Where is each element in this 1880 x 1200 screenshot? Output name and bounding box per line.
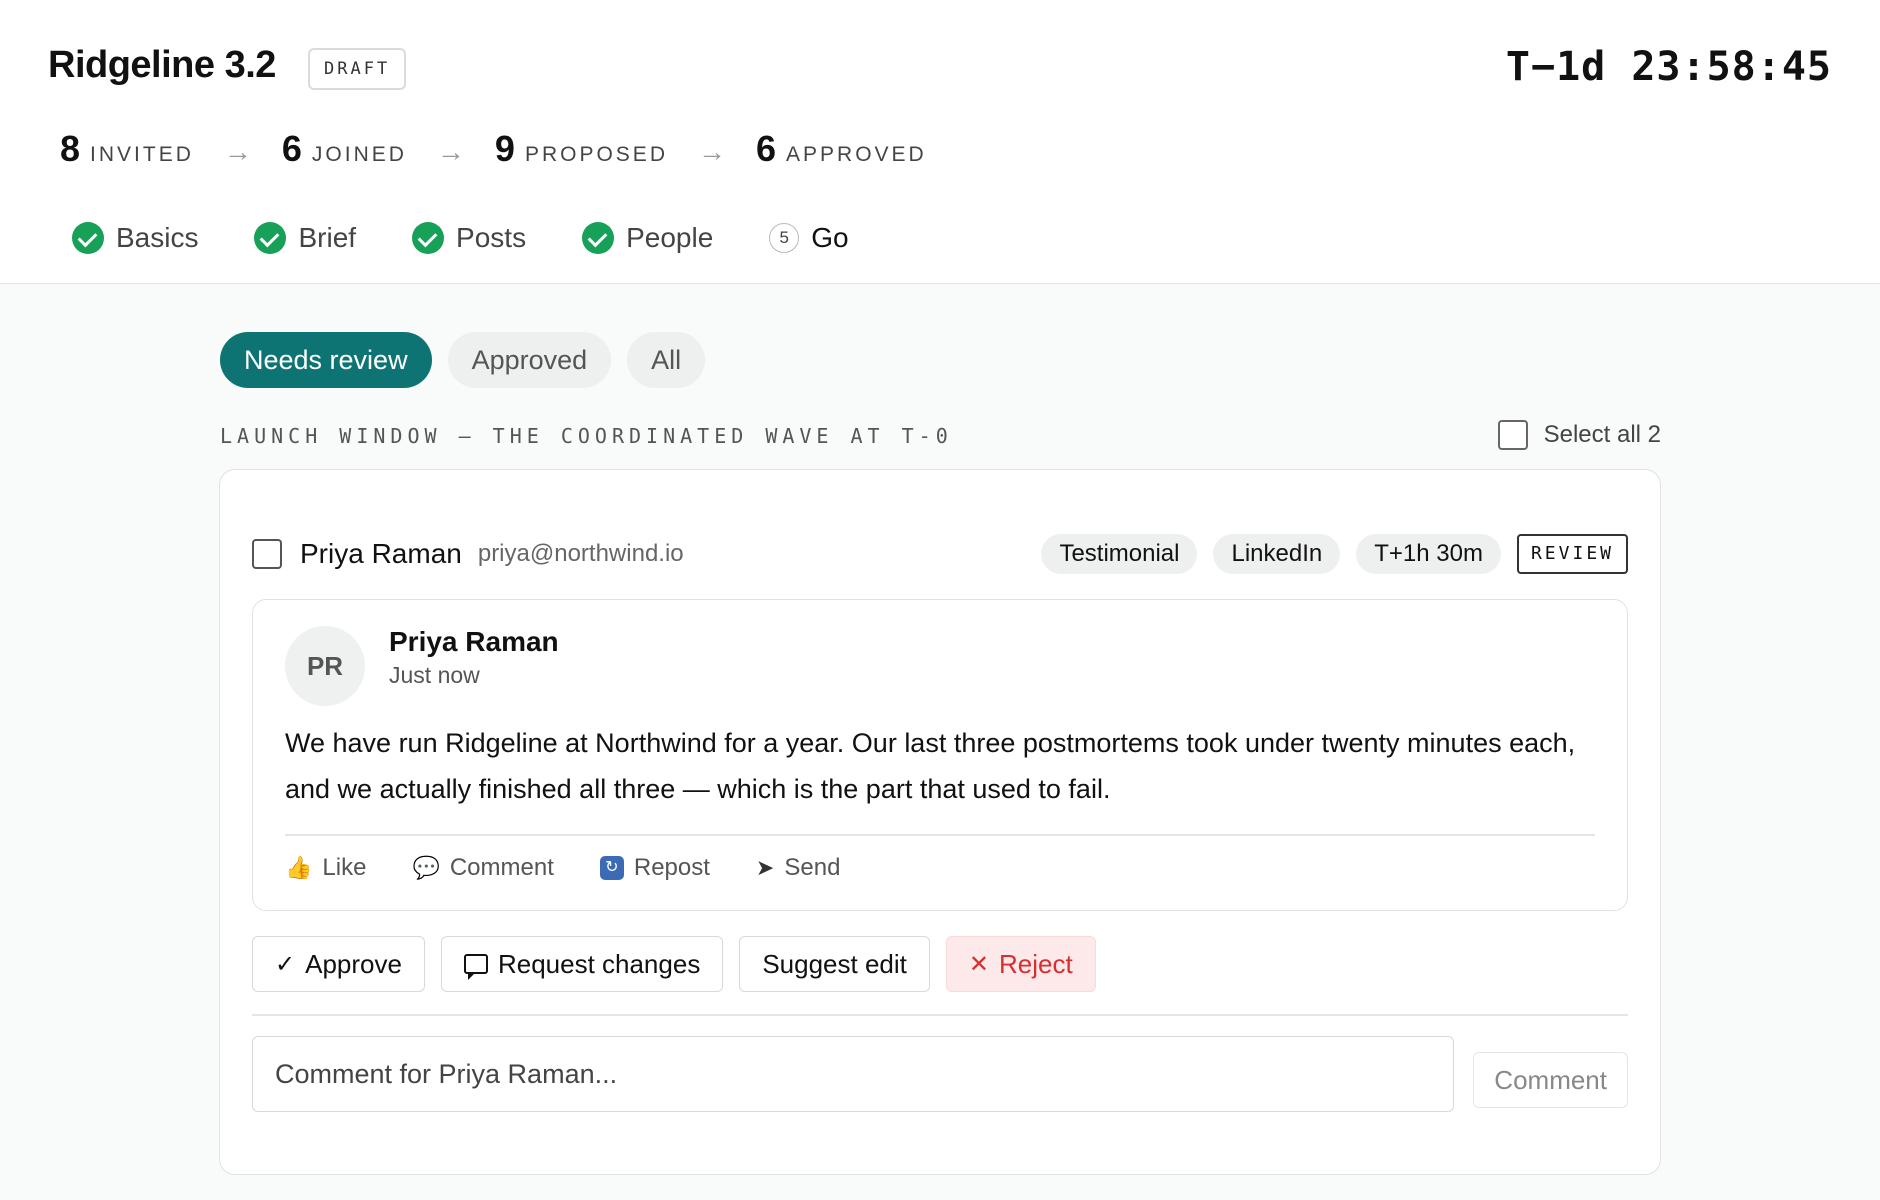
check-circle-icon — [412, 222, 445, 254]
post-review-card: Priya Raman priya@northwind.io Testimoni… — [219, 469, 1661, 1175]
comment-submit-button[interactable]: Comment — [1473, 1052, 1628, 1108]
request-changes-label: Request changes — [497, 948, 701, 979]
author-name: Priya Raman — [300, 538, 462, 569]
author-email: priya@northwind.io — [477, 540, 684, 567]
step-label: Brief — [298, 222, 357, 253]
checkmark-icon: ✓ — [275, 950, 296, 978]
review-area: Needs review Approved All LAUNCH WINDOW … — [0, 284, 1880, 1200]
funnel-approved-label: APPROVED — [786, 143, 927, 166]
chip-type: Testimonial — [1041, 534, 1198, 574]
avatar: PR — [285, 626, 365, 706]
suggest-edit-button[interactable]: Suggest edit — [739, 936, 930, 992]
wizard-steps: Basics Brief Posts People 5 Go — [72, 222, 905, 254]
speech-bubble-icon: 💬 — [412, 855, 440, 880]
step-people[interactable]: People — [582, 222, 713, 254]
send-label: Send — [784, 854, 841, 881]
step-label: Basics — [116, 222, 199, 253]
filter-approved[interactable]: Approved — [447, 332, 612, 388]
participant-funnel: 8 INVITED → 6 JOINED → 9 PROPOSED → 6 AP… — [60, 128, 927, 170]
send-action: ➤ Send — [756, 854, 841, 882]
top-bar: Ridgeline 3.2 DRAFT T−1d 23:58:45 8 INVI… — [0, 0, 1880, 284]
preview-author-name: Priya Raman — [389, 626, 559, 657]
draft-badge: DRAFT — [308, 48, 407, 90]
reject-button[interactable]: ✕ Reject — [945, 936, 1096, 992]
repost-action: ↻ Repost — [599, 854, 710, 882]
close-icon: ✕ — [968, 950, 989, 978]
comment-input[interactable] — [252, 1036, 1454, 1112]
status-badge: REVIEW — [1516, 534, 1628, 574]
chip-timing: T+1h 30m — [1356, 534, 1501, 574]
funnel-proposed-count: 9 — [494, 128, 515, 169]
suggest-edit-label: Suggest edit — [762, 948, 907, 979]
request-changes-button[interactable]: Request changes — [440, 936, 724, 992]
chip-platform: LinkedIn — [1213, 534, 1341, 574]
post-preview: PR Priya Raman Just now We have run Ridg… — [252, 599, 1628, 911]
card-divider — [252, 1014, 1628, 1016]
step-brief[interactable]: Brief — [254, 222, 356, 254]
funnel-joined-label: JOINED — [311, 143, 407, 166]
funnel-proposed-label: PROPOSED — [524, 143, 668, 166]
preview-actions: 👍 Like 💬 Comment ↻ Repost ➤ Send — [285, 854, 886, 882]
repost-icon: ↻ — [599, 856, 624, 880]
step-label: People — [626, 222, 714, 253]
filter-needs-review[interactable]: Needs review — [220, 332, 432, 388]
select-all[interactable]: Select all 2 — [1497, 420, 1661, 450]
step-label: Posts — [456, 222, 527, 253]
tag-chips: Testimonial LinkedIn T+1h 30m REVIEW — [1025, 534, 1628, 574]
arrow-right-icon: → — [697, 136, 726, 167]
arrow-right-icon: → — [436, 136, 465, 167]
preview-body: We have run Ridgeline at Northwind for a… — [285, 728, 1576, 804]
thumbs-up-icon: 👍 — [285, 855, 313, 880]
launch-countdown: T−1d 23:58:45 — [1505, 44, 1832, 90]
step-posts[interactable]: Posts — [412, 222, 526, 254]
step-go[interactable]: 5 Go — [769, 222, 849, 254]
item-checkbox[interactable] — [252, 539, 282, 569]
step-number: 5 — [769, 223, 800, 253]
select-all-label: Select all 2 — [1543, 421, 1661, 448]
filter-tabs: Needs review Approved All — [220, 332, 721, 388]
comment-bubble-icon — [463, 954, 488, 980]
funnel-invited-label: INVITED — [90, 143, 194, 166]
approve-button[interactable]: ✓ Approve — [252, 936, 425, 992]
preview-timestamp: Just now — [389, 662, 480, 688]
funnel-joined-count: 6 — [281, 128, 302, 169]
funnel-approved-count: 6 — [755, 128, 777, 169]
comment-action: 💬 Comment — [412, 854, 553, 882]
reject-label: Reject — [999, 948, 1073, 979]
like-label: Like — [322, 854, 367, 881]
like-action: 👍 Like — [285, 854, 366, 882]
review-actions: ✓ Approve Request changes Suggest edit ✕… — [252, 936, 1112, 992]
comment-label: Comment — [449, 854, 554, 881]
check-circle-icon — [72, 222, 104, 254]
select-all-checkbox[interactable] — [1497, 420, 1528, 450]
send-arrow-icon: ➤ — [755, 855, 775, 880]
filter-all[interactable]: All — [627, 332, 706, 388]
page-title: Ridgeline 3.2 — [48, 44, 276, 86]
funnel-invited-count: 8 — [60, 128, 81, 169]
approve-label: Approve — [305, 948, 402, 979]
card-header: Priya Raman priya@northwind.io Testimoni… — [252, 534, 1628, 574]
repost-label: Repost — [633, 854, 710, 881]
step-label: Go — [811, 222, 849, 253]
check-circle-icon — [582, 222, 615, 254]
section-heading: LAUNCH WINDOW — THE COORDINATED WAVE AT … — [220, 424, 953, 448]
check-circle-icon — [254, 222, 287, 254]
step-basics[interactable]: Basics — [72, 222, 198, 254]
arrow-right-icon: → — [223, 136, 252, 167]
preview-divider — [285, 834, 1595, 836]
